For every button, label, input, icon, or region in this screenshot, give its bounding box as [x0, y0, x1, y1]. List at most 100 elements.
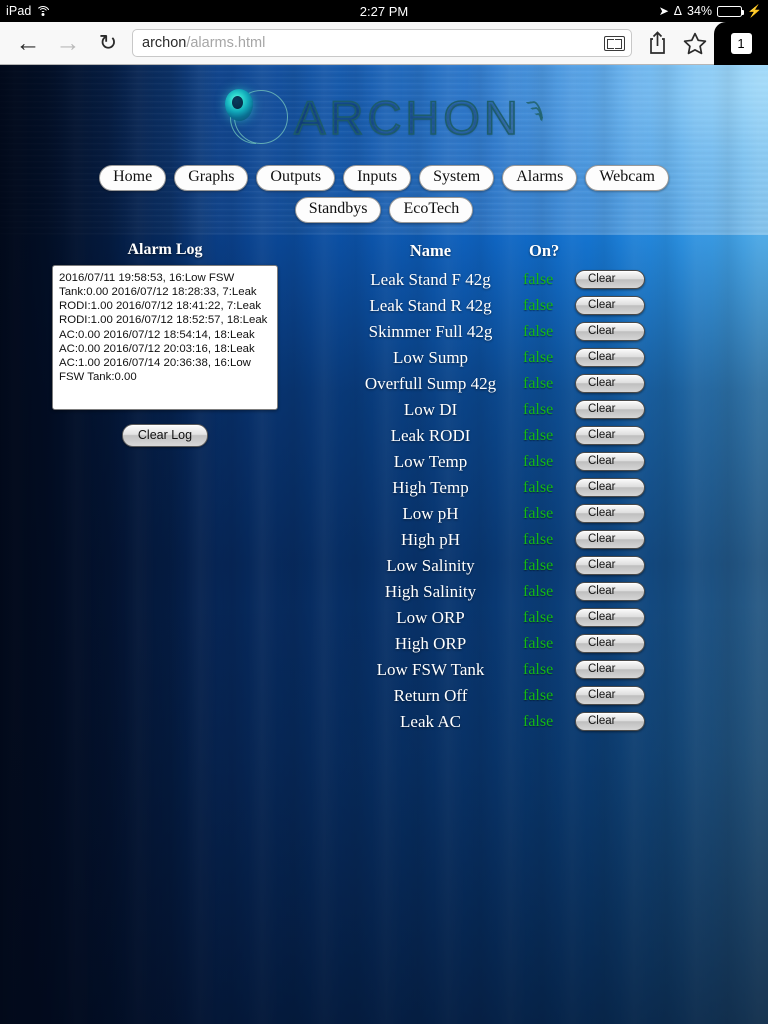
alarm-row: Leak Stand F 42gfalseClear [338, 267, 645, 293]
alarm-action-cell: Clear [575, 293, 645, 319]
ios-status-bar: iPad 2:27 PM ➤ ᐃ 34% ⚡ [0, 0, 768, 22]
alarm-state-value: false [523, 449, 575, 475]
clear-alarm-button[interactable]: Clear [575, 400, 645, 419]
clear-alarm-button[interactable]: Clear [575, 270, 645, 289]
alarm-row: Leak Stand R 42gfalseClear [338, 293, 645, 319]
clear-alarm-button[interactable]: Clear [575, 530, 645, 549]
tab-count-button[interactable]: 1 [714, 22, 768, 65]
clear-alarm-button[interactable]: Clear [575, 504, 645, 523]
alarm-table-body: Leak Stand F 42gfalseClearLeak Stand R 4… [338, 267, 645, 735]
alarm-name: Low pH [338, 501, 523, 527]
clear-log-button[interactable]: Clear Log [122, 424, 208, 447]
reader-view-icon[interactable] [604, 36, 625, 51]
alarm-name: High pH [338, 527, 523, 553]
clear-alarm-button[interactable]: Clear [575, 348, 645, 367]
alarm-state-value: false [523, 293, 575, 319]
alarm-state-value: false [523, 319, 575, 345]
alarm-row: High TempfalseClear [338, 475, 645, 501]
clear-alarm-button[interactable]: Clear [575, 582, 645, 601]
clear-alarm-button[interactable]: Clear [575, 608, 645, 627]
nav-item-outputs[interactable]: Outputs [256, 165, 335, 191]
clear-alarm-button[interactable]: Clear [575, 322, 645, 341]
nav-item-alarms[interactable]: Alarms [502, 165, 577, 191]
alarm-action-cell: Clear [575, 345, 645, 371]
alarm-action-cell: Clear [575, 527, 645, 553]
location-arrow-icon: ➤ [659, 4, 669, 18]
alarm-row: Return OfffalseClear [338, 683, 645, 709]
alarm-row: High pHfalseClear [338, 527, 645, 553]
clear-alarm-button[interactable]: Clear [575, 296, 645, 315]
alarm-name: Leak Stand F 42g [338, 267, 523, 293]
alarm-name: Low ORP [338, 605, 523, 631]
alarm-row: Low pHfalseClear [338, 501, 645, 527]
alarm-name: High ORP [338, 631, 523, 657]
main-columns: Alarm Log 2016/07/11 19:58:53, 16:Low FS… [0, 223, 768, 735]
alarm-state-value: false [523, 553, 575, 579]
alarm-name: High Temp [338, 475, 523, 501]
nav-item-inputs[interactable]: Inputs [343, 165, 411, 191]
nav-item-system[interactable]: System [419, 165, 494, 191]
alarm-name: Leak RODI [338, 423, 523, 449]
alarm-table-column: Name On? Leak Stand F 42gfalseClearLeak … [330, 241, 768, 735]
alarm-log-box[interactable]: 2016/07/11 19:58:53, 16:Low FSW Tank:0.0… [52, 265, 278, 410]
archon-page: ARCHON Home Graphs Outputs Inputs System… [0, 65, 768, 1024]
signal-waves-icon [522, 97, 548, 137]
nav-item-graphs[interactable]: Graphs [174, 165, 248, 191]
alarm-state-value: false [523, 501, 575, 527]
alarm-action-cell: Clear [575, 579, 645, 605]
alarm-log-text: 2016/07/11 19:58:53, 16:Low FSW Tank:0.0… [59, 271, 271, 385]
share-icon[interactable] [638, 25, 676, 61]
alarm-state-value: false [523, 709, 575, 735]
url-host: archon [142, 35, 186, 51]
alarm-row: Overfull Sump 42gfalseClear [338, 371, 645, 397]
nav-item-standbys[interactable]: Standbys [295, 197, 382, 223]
alarm-row: Low ORPfalseClear [338, 605, 645, 631]
clear-alarm-button[interactable]: Clear [575, 374, 645, 393]
alarm-action-cell: Clear [575, 631, 645, 657]
alarm-name: Overfull Sump 42g [338, 371, 523, 397]
clear-alarm-button[interactable]: Clear [575, 712, 645, 731]
reload-icon[interactable]: ↻ [88, 26, 128, 60]
status-bar-clock: 2:27 PM [0, 4, 768, 19]
alarm-row: Leak ACfalseClear [338, 709, 645, 735]
alarm-row: High SalinityfalseClear [338, 579, 645, 605]
alarm-name: Leak Stand R 42g [338, 293, 523, 319]
main-navigation: Home Graphs Outputs Inputs System Alarms… [0, 153, 768, 223]
alarm-name: Leak AC [338, 709, 523, 735]
tab-count-label: 1 [731, 33, 752, 54]
nav-item-home[interactable]: Home [99, 165, 166, 191]
nav-item-webcam[interactable]: Webcam [585, 165, 669, 191]
forward-arrow-icon[interactable]: → [48, 26, 88, 60]
alarm-table: Name On? Leak Stand F 42gfalseClearLeak … [338, 241, 645, 735]
alarm-log-title: Alarm Log [127, 241, 202, 259]
alarm-action-cell: Clear [575, 657, 645, 683]
back-arrow-icon[interactable]: ← [8, 26, 48, 60]
alarm-row: Low SumpfalseClear [338, 345, 645, 371]
column-header-action [575, 241, 645, 267]
clear-alarm-button[interactable]: Clear [575, 452, 645, 471]
alarm-action-cell: Clear [575, 475, 645, 501]
alarm-action-cell: Clear [575, 319, 645, 345]
alarm-state-value: false [523, 527, 575, 553]
clear-alarm-button[interactable]: Clear [575, 634, 645, 653]
alarm-action-cell: Clear [575, 553, 645, 579]
alarm-action-cell: Clear [575, 371, 645, 397]
nav-item-ecotech[interactable]: EcoTech [389, 197, 473, 223]
clear-alarm-button[interactable]: Clear [575, 660, 645, 679]
alarm-state-value: false [523, 423, 575, 449]
clear-alarm-button[interactable]: Clear [575, 426, 645, 445]
alarm-row: High ORPfalseClear [338, 631, 645, 657]
alarm-action-cell: Clear [575, 397, 645, 423]
alarm-table-header-row: Name On? [338, 241, 645, 267]
address-bar[interactable]: archon/alarms.html [132, 29, 632, 57]
clear-alarm-button[interactable]: Clear [575, 478, 645, 497]
clear-alarm-button[interactable]: Clear [575, 556, 645, 575]
bookmark-star-icon[interactable] [676, 25, 714, 61]
alarm-state-value: false [523, 579, 575, 605]
alarm-name: Low Temp [338, 449, 523, 475]
alarm-state-value: false [523, 631, 575, 657]
alarm-log-column: Alarm Log 2016/07/11 19:58:53, 16:Low FS… [0, 241, 330, 735]
alarm-row: Low TempfalseClear [338, 449, 645, 475]
clear-alarm-button[interactable]: Clear [575, 686, 645, 705]
alarm-state-value: false [523, 397, 575, 423]
